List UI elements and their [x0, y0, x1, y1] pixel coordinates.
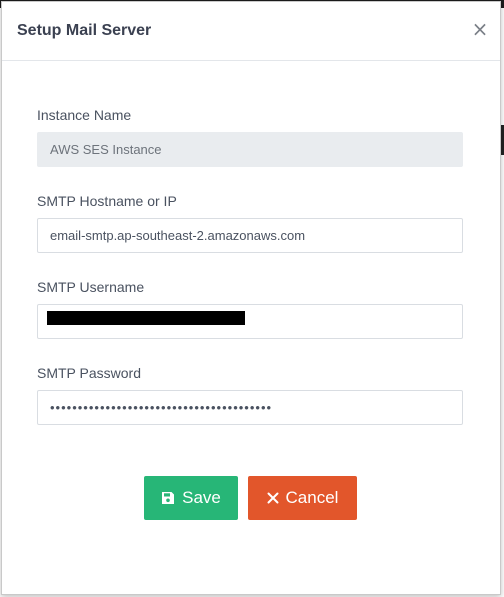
cancel-button[interactable]: Cancel	[248, 476, 357, 520]
smtp-password-input[interactable]	[37, 390, 463, 425]
setup-mail-server-dialog: Setup Mail Server × Instance Name SMTP H…	[1, 1, 501, 595]
x-icon	[267, 492, 279, 504]
smtp-password-label: SMTP Password	[37, 365, 141, 381]
dialog-header: Setup Mail Server ×	[2, 2, 500, 61]
dialog-title: Setup Mail Server	[17, 22, 152, 39]
save-button[interactable]: Save	[144, 476, 238, 520]
smtp-hostname-input[interactable]	[37, 218, 463, 253]
cancel-button-label: Cancel	[285, 488, 339, 507]
save-button-label: Save	[182, 488, 221, 507]
smtp-hostname-label: SMTP Hostname or IP	[37, 193, 177, 209]
close-button[interactable]: ×	[470, 19, 490, 39]
floppy-disk-icon	[161, 491, 175, 505]
smtp-username-label: SMTP Username	[37, 279, 145, 295]
instance-name-input[interactable]	[37, 132, 463, 167]
redacted-username	[47, 311, 245, 325]
instance-name-label: Instance Name	[37, 107, 132, 123]
